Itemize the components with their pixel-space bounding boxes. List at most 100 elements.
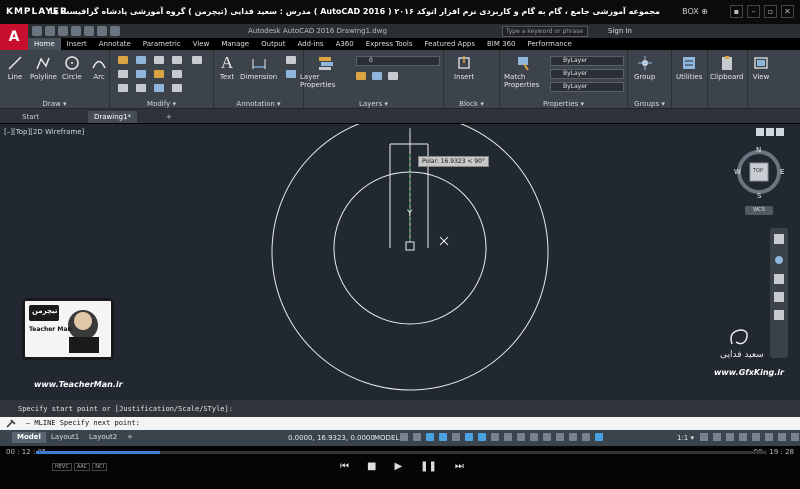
hardware-acceleration-icon[interactable] <box>765 433 773 441</box>
utilities-tool[interactable]: Utilities <box>676 54 702 81</box>
ribbon-tab-featured-apps[interactable]: Featured Apps <box>419 38 481 50</box>
showmotion-icon[interactable] <box>774 310 784 320</box>
ortho-icon[interactable] <box>426 433 434 441</box>
layer-iso-icon[interactable] <box>388 72 398 80</box>
arc-tool[interactable]: Arc <box>90 54 108 81</box>
properties-panel-title[interactable]: Properties ▾ <box>500 100 627 108</box>
pause-icon[interactable]: ❚❚ <box>420 461 437 472</box>
maximize-icon[interactable]: ▫ <box>764 5 777 18</box>
group-tool[interactable]: Group <box>634 54 655 81</box>
selection-filter-icon[interactable] <box>556 433 564 441</box>
ribbon-tab-add-ins[interactable]: Add-ins <box>291 38 329 50</box>
model-tab[interactable]: Model <box>12 432 46 443</box>
new-file-tab-button[interactable]: + <box>160 111 178 123</box>
layer-state-icon[interactable] <box>356 72 366 80</box>
viewcube-south[interactable]: S <box>757 192 761 200</box>
minimize-icon[interactable]: – <box>747 5 760 18</box>
layer-dropdown[interactable]: 0 <box>356 56 440 66</box>
3d-osnap-icon[interactable] <box>530 433 538 441</box>
dynamic-ucs-icon[interactable] <box>543 433 551 441</box>
viewcube-top-face[interactable]: TOP <box>753 168 763 174</box>
erase-icon[interactable] <box>192 56 202 64</box>
annotation-monitor-icon[interactable] <box>713 433 721 441</box>
pan-icon[interactable] <box>775 256 783 264</box>
dimension-tool[interactable]: Dimension <box>240 54 277 81</box>
block-panel-title[interactable]: Block ▾ <box>444 100 499 108</box>
layout1-tab[interactable]: Layout1 <box>46 432 84 443</box>
mirror-icon[interactable] <box>136 70 146 78</box>
move-icon[interactable] <box>118 56 128 64</box>
pin-icon[interactable]: ▪ <box>730 5 743 18</box>
open-icon[interactable] <box>45 26 55 36</box>
layer-properties-tool[interactable]: Layer Properties <box>300 54 352 89</box>
viewport-restore-icon[interactable] <box>766 128 774 136</box>
layer-match-icon[interactable] <box>372 72 382 80</box>
workspace-gear-icon[interactable] <box>700 433 708 441</box>
play-icon[interactable]: ▶ <box>394 461 402 472</box>
groups-panel-title[interactable]: Groups ▾ <box>628 100 671 108</box>
selection-cycling-icon[interactable] <box>517 433 525 441</box>
viewcube-north[interactable]: N <box>756 146 761 154</box>
scale-icon[interactable] <box>136 84 146 92</box>
previous-icon[interactable]: ⏮ <box>340 461 349 472</box>
save-as-icon[interactable] <box>71 26 81 36</box>
viewcube-west[interactable]: W <box>734 168 741 176</box>
annotation-scale[interactable]: 1:1 ▾ <box>677 434 694 442</box>
add-layout-button[interactable]: + <box>122 432 138 443</box>
isodraft-icon[interactable] <box>452 433 460 441</box>
table-icon[interactable] <box>286 70 296 78</box>
ribbon-tab-manage[interactable]: Manage <box>215 38 255 50</box>
orbit-icon[interactable] <box>774 292 784 302</box>
ribbon-tab-home[interactable]: Home <box>28 38 61 50</box>
circle-tool[interactable]: Circle <box>62 54 82 81</box>
annotation-visibility-icon[interactable] <box>582 433 590 441</box>
sign-in-button[interactable]: Sign In <box>608 27 632 35</box>
ribbon-tab-bim-360[interactable]: BIM 360 <box>481 38 522 50</box>
clipboard-tool[interactable]: Clipboard <box>710 54 743 81</box>
layout2-tab[interactable]: Layout2 <box>84 432 122 443</box>
ribbon-tab-output[interactable]: Output <box>255 38 291 50</box>
explode-icon[interactable] <box>172 70 182 78</box>
player-box-menu[interactable]: BOX ⊕ <box>682 7 708 16</box>
zoom-extents-icon[interactable] <box>774 274 784 284</box>
new-icon[interactable] <box>32 26 42 36</box>
snap-icon[interactable] <box>413 433 421 441</box>
redo-icon[interactable] <box>110 26 120 36</box>
stop-icon[interactable]: ■ <box>367 461 376 472</box>
object-snap-tracking-icon[interactable] <box>465 433 473 441</box>
insert-tool[interactable]: Insert <box>454 54 474 81</box>
text-tool[interactable]: A Text <box>218 53 236 81</box>
undo-icon[interactable] <box>97 26 107 36</box>
view-tool[interactable]: View <box>752 54 770 81</box>
grid-icon[interactable] <box>400 433 408 441</box>
offset-icon[interactable] <box>172 84 182 92</box>
customization-icon[interactable] <box>791 433 799 441</box>
modify-panel-title[interactable]: Modify ▾ <box>110 100 213 108</box>
file-tab-drawing1[interactable]: Drawing1* <box>88 111 138 123</box>
linetype-dropdown[interactable]: ByLayer <box>550 69 624 79</box>
viewport-controls-label[interactable]: [–][Top][2D Wireframe] <box>4 128 84 136</box>
auto-scale-icon[interactable] <box>595 433 603 441</box>
quick-properties-icon[interactable] <box>739 433 747 441</box>
close-icon[interactable]: ✕ <box>781 5 794 18</box>
transparency-icon[interactable] <box>504 433 512 441</box>
search-input[interactable]: Type a keyword or phrase <box>502 26 588 37</box>
ribbon-tab-performance[interactable]: Performance <box>521 38 577 50</box>
leader-icon[interactable] <box>286 56 296 64</box>
stretch-icon[interactable] <box>118 84 128 92</box>
draw-panel-title[interactable]: Draw ▾ <box>0 100 109 108</box>
wcs-menu[interactable]: WCS <box>745 206 773 215</box>
polyline-tool[interactable]: Polyline <box>30 54 57 81</box>
ribbon-tab-annotate[interactable]: Annotate <box>93 38 137 50</box>
viewport-close-icon[interactable] <box>776 128 784 136</box>
clean-screen-icon[interactable] <box>778 433 786 441</box>
units-icon[interactable] <box>726 433 734 441</box>
annotation-panel-title[interactable]: Annotation ▾ <box>214 100 303 108</box>
save-icon[interactable] <box>58 26 68 36</box>
ribbon-tab-a360[interactable]: A360 <box>330 38 360 50</box>
next-icon[interactable]: ⏭ <box>455 461 464 472</box>
command-customize-icon[interactable] <box>6 419 16 428</box>
seek-bar[interactable] <box>36 451 766 454</box>
color-dropdown[interactable]: ByLayer <box>550 56 624 66</box>
lineweight-icon[interactable] <box>491 433 499 441</box>
